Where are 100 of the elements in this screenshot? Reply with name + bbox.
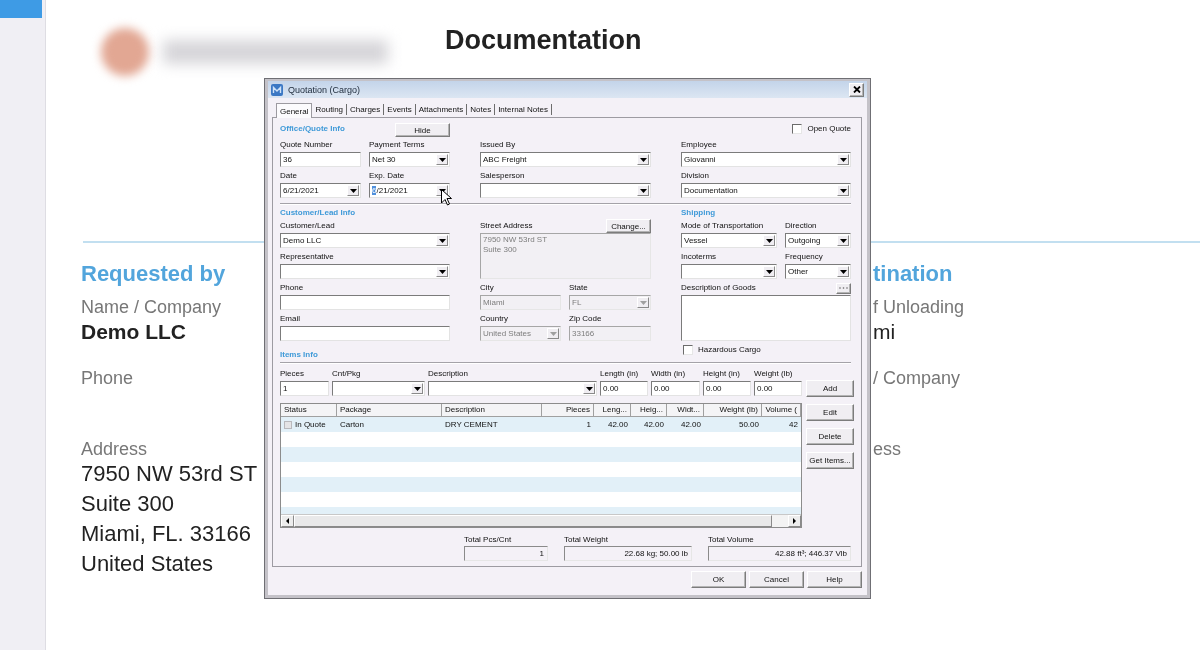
checkbox[interactable] [683, 345, 693, 355]
column-header[interactable]: Package [337, 404, 442, 417]
field-label: Length (in) [600, 368, 639, 380]
field-label: Exp. Date [369, 170, 405, 182]
add-button[interactable]: Add [806, 380, 854, 397]
field-label: Total Weight [564, 534, 608, 546]
dropdown-field[interactable] [332, 381, 425, 396]
caret-left-icon [286, 518, 289, 524]
tab[interactable]: Events [384, 104, 416, 115]
table-cell-text: 42 [788, 419, 799, 431]
column-header[interactable]: Status [281, 404, 337, 417]
dropdown-field[interactable]: Documentation [681, 183, 851, 198]
field-label: Description of Goods [681, 282, 756, 294]
close-button[interactable] [849, 82, 864, 97]
caret-down-icon [438, 238, 446, 243]
column-header[interactable]: Heig... [631, 404, 667, 417]
caret-down-icon [639, 300, 647, 305]
section-heading: Shipping [681, 207, 716, 219]
text-field[interactable]: 0.00 [651, 381, 700, 396]
dropdown-field[interactable]: Vessel [681, 233, 777, 248]
scroll-right-button[interactable] [788, 515, 801, 527]
checkbox[interactable] [792, 124, 803, 134]
column-header[interactable]: Pieces [542, 404, 594, 417]
field-label: Width (in) [651, 368, 686, 380]
column-header[interactable]: Widt... [667, 404, 704, 417]
dropdown-field[interactable] [681, 264, 777, 279]
text-field[interactable]: 1 [280, 381, 329, 396]
app-icon [271, 83, 283, 96]
field-label: Total Pcs/Cnt [464, 534, 512, 546]
date-field[interactable]: 6/21/2021 [369, 183, 450, 198]
caret-down-icon [765, 238, 773, 243]
field-label: Country [480, 313, 508, 325]
caret-down-icon [585, 386, 593, 391]
text-field[interactable] [280, 326, 450, 341]
date-field[interactable]: 6/21/2021 [280, 183, 361, 198]
dropdown-field[interactable] [480, 183, 651, 198]
dropdown-field[interactable]: Giovanni [681, 152, 851, 167]
field-label: Height (in) [703, 368, 740, 380]
field-label: Phone [280, 282, 304, 294]
field-label: f Unloading [873, 296, 965, 319]
dropdown-field[interactable]: Other [785, 264, 851, 279]
tab[interactable]: Routing [312, 104, 348, 115]
scroll-left-button[interactable] [281, 515, 294, 527]
field-label: Issued By [480, 139, 516, 151]
dropdown-field[interactable]: ABC Freight [480, 152, 651, 167]
document-title: Documentation [445, 24, 642, 57]
help-button[interactable]: Help [807, 571, 862, 588]
caret-right-icon [793, 518, 796, 524]
field-label: Mode of Transportation [681, 220, 764, 232]
column-header[interactable]: Volume ( [762, 404, 801, 417]
section-heading: Customer/Lead Info [280, 207, 356, 219]
table-cell-text: 42.00 [679, 419, 702, 431]
edit-button[interactable]: Edit [806, 404, 854, 421]
column-header[interactable]: Weight (lb) [704, 404, 762, 417]
field-label: Frequency [785, 251, 823, 263]
field-label: Incoterms [681, 251, 717, 263]
close-icon [852, 86, 861, 93]
tab[interactable]: Attachments [415, 104, 468, 115]
field-label: Direction [785, 220, 817, 232]
column-header[interactable]: Leng... [594, 404, 631, 417]
column-header[interactable]: Description [442, 404, 542, 417]
more-button[interactable] [836, 282, 851, 294]
hide-button[interactable]: Hide [395, 123, 450, 137]
get-items-button[interactable]: Get Items... [806, 452, 854, 469]
scrollbar-thumb[interactable] [294, 515, 772, 527]
caret-down-icon [839, 188, 847, 193]
text-field[interactable] [280, 295, 450, 310]
tab[interactable]: General [276, 103, 313, 118]
field-label: Weight (lb) [754, 368, 793, 380]
tab[interactable]: Internal Notes [495, 104, 552, 115]
caret-down-icon [839, 157, 847, 162]
cancel-button[interactable]: Cancel [749, 571, 804, 588]
field-label: Pieces [280, 368, 304, 380]
text-area[interactable] [681, 295, 851, 341]
field-value: Demo LLC [81, 319, 186, 345]
readonly-field: 1 [464, 546, 548, 561]
dropdown-field[interactable]: Outgoing [785, 233, 851, 248]
caret-down-icon [765, 269, 773, 274]
ok-button[interactable]: OK [691, 571, 746, 588]
text-field[interactable]: 0.00 [600, 381, 648, 396]
dropdown-field[interactable] [280, 264, 450, 279]
horizontal-scrollbar[interactable] [281, 514, 801, 527]
dropdown-field[interactable] [428, 381, 597, 396]
text-field[interactable]: 0.00 [754, 381, 802, 396]
tab[interactable]: Charges [347, 104, 385, 115]
field-label: Salesperson [480, 170, 525, 182]
sidebar-highlight [0, 0, 42, 18]
caret-down-icon [839, 269, 847, 274]
dropdown-field[interactable]: Net 30 [369, 152, 450, 167]
field-label: Phone [81, 367, 134, 390]
text-field[interactable]: 36 [280, 152, 361, 167]
text-field[interactable]: 0.00 [703, 381, 751, 396]
field-label: State [569, 282, 588, 294]
dropdown-field[interactable]: Demo LLC [280, 233, 450, 248]
field-label: Representative [280, 251, 334, 263]
field-label: Zip Code [569, 313, 602, 325]
tab[interactable]: Notes [467, 104, 496, 115]
caret-down-icon [549, 331, 557, 336]
address-line: 7950 NW 53rd ST [81, 460, 258, 488]
delete-button[interactable]: Delete [806, 428, 854, 445]
